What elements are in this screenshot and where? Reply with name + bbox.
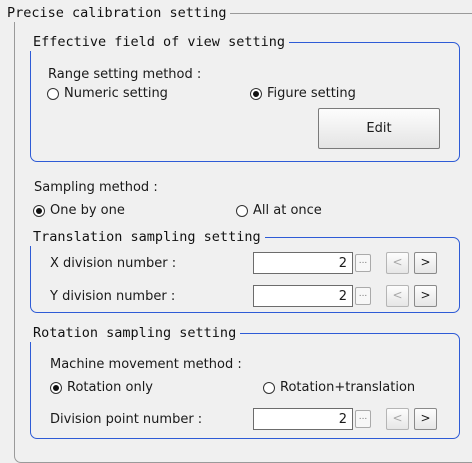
radio-label: Numeric setting — [64, 86, 168, 101]
radio-label: Rotation only — [67, 380, 153, 395]
y-division-increment-button[interactable]: > — [414, 285, 437, 307]
radio-one-by-one[interactable]: One by one — [33, 203, 125, 219]
x-division-decrement-button[interactable]: < — [386, 252, 409, 274]
rotation-title: Rotation sampling setting — [29, 324, 241, 342]
division-point-decrement-button[interactable]: < — [386, 408, 409, 430]
y-division-decrement-button[interactable]: < — [386, 285, 409, 307]
x-division-input[interactable]: 2 — [253, 252, 353, 274]
x-division-ellipsis-button[interactable]: ... — [355, 254, 371, 272]
fov-title: Effective field of view setting — [29, 33, 289, 51]
radio-circle — [236, 205, 248, 217]
radio-all-at-once[interactable]: All at once — [236, 203, 322, 219]
radio-circle-selected — [250, 88, 262, 100]
radio-numeric-setting[interactable]: Numeric setting — [47, 86, 168, 102]
radio-circle — [47, 88, 59, 100]
x-division-label: X division number : — [50, 256, 177, 271]
division-point-label: Division point number : — [50, 412, 203, 427]
radio-label: One by one — [50, 203, 125, 218]
radio-rotation-only[interactable]: Rotation only — [50, 380, 153, 396]
radio-rotation-translation[interactable]: Rotation+translation — [263, 380, 415, 396]
precise-calibration-title: Precise calibration setting — [3, 4, 231, 22]
radio-circle-selected — [50, 382, 62, 394]
radio-label: Figure setting — [267, 86, 356, 101]
division-point-ellipsis-button[interactable]: ... — [355, 410, 371, 428]
translation-title: Translation sampling setting — [29, 228, 265, 246]
radio-figure-setting[interactable]: Figure setting — [250, 86, 356, 102]
machine-movement-label: Machine movement method : — [50, 357, 242, 372]
division-point-input[interactable]: 2 — [253, 408, 353, 430]
edit-button-label: Edit — [366, 121, 392, 136]
sampling-method-label: Sampling method : — [34, 180, 158, 195]
radio-circle — [263, 382, 275, 394]
radio-label: Rotation+translation — [280, 380, 416, 395]
radio-label: All at once — [253, 203, 322, 218]
range-setting-label: Range setting method : — [48, 67, 202, 82]
x-division-increment-button[interactable]: > — [414, 252, 437, 274]
edit-button[interactable]: Edit — [318, 108, 440, 149]
division-point-increment-button[interactable]: > — [414, 408, 437, 430]
y-division-input[interactable]: 2 — [253, 285, 353, 307]
radio-circle-selected — [33, 205, 45, 217]
y-division-label: Y division number : — [50, 289, 176, 304]
y-division-ellipsis-button[interactable]: ... — [355, 287, 371, 305]
